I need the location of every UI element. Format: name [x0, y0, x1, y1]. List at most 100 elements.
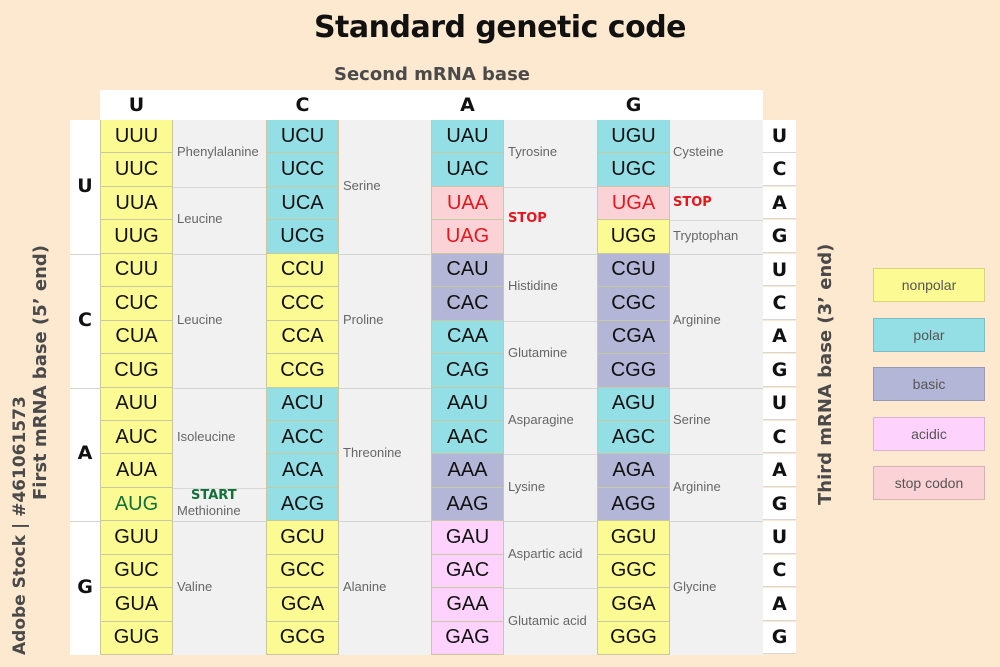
codon-cell-ggc[interactable]: GGC	[597, 554, 670, 589]
third-base-label-a: A	[763, 588, 796, 621]
codon-cell-uuu[interactable]: UUU	[100, 120, 173, 154]
amino-acid-label: Cysteine	[673, 144, 724, 160]
second-base-header-g: G	[625, 94, 642, 116]
first-base-label-u: U	[77, 174, 93, 197]
legend-item-nonpolar: nonpolar	[873, 268, 985, 302]
codon-cell-gga[interactable]: GGA	[597, 588, 670, 622]
codon-cell-gag[interactable]: GAG	[431, 621, 504, 655]
stop-label: STOP	[508, 211, 547, 227]
codon-cell-gcc[interactable]: GCC	[266, 554, 339, 589]
amino-acid-label: Serine	[343, 177, 381, 193]
codon-cell-cag[interactable]: CAG	[431, 354, 504, 388]
amino-acid-label: Leucine	[177, 311, 223, 327]
codon-cell-uuc[interactable]: UUC	[100, 153, 173, 187]
amino-acid-label: Arginine	[673, 311, 721, 327]
second-base-label: Second mRNA base	[334, 64, 531, 85]
codon-cell-agc[interactable]: AGC	[597, 420, 670, 455]
codon-cell-cgg[interactable]: CGG	[597, 354, 670, 388]
codon-cell-agu[interactable]: AGU	[597, 387, 670, 421]
third-base-label-c: C	[763, 287, 796, 320]
codon-cell-aua[interactable]: AUA	[100, 454, 173, 488]
third-base-label-c: C	[763, 554, 796, 588]
codon-cell-cau[interactable]: CAU	[431, 253, 504, 288]
amino-acid-label: Valine	[177, 579, 213, 595]
first-base-axis-label: First mRNA base (5’ end)	[30, 244, 51, 500]
third-base-label-a: A	[763, 186, 796, 220]
third-base-label-u: U	[763, 521, 796, 554]
third-base-label-g: G	[763, 621, 796, 655]
codon-cell-uau[interactable]: UAU	[431, 120, 504, 154]
amino-acid-label: Arginine	[673, 478, 721, 494]
codon-cell-cca[interactable]: CCA	[266, 320, 339, 355]
amino-acid-divider	[670, 186, 763, 188]
codon-cell-cgc[interactable]: CGC	[597, 287, 670, 321]
amino-acid-label: Glutamine	[508, 345, 568, 361]
codon-cell-uag[interactable]: UAG	[431, 220, 504, 254]
codon-cell-aga[interactable]: AGA	[597, 454, 670, 488]
codon-cell-aag[interactable]: AAG	[431, 487, 504, 522]
codon-cell-ucu[interactable]: UCU	[266, 120, 339, 154]
codon-cell-cgu[interactable]: CGU	[597, 253, 670, 288]
codon-cell-ggu[interactable]: GGU	[597, 521, 670, 555]
codon-cell-ugg[interactable]: UGG	[597, 220, 670, 254]
codon-cell-uac[interactable]: UAC	[431, 153, 504, 187]
codon-cell-gcu[interactable]: GCU	[266, 521, 339, 555]
third-base-label-u: U	[763, 253, 796, 287]
amino-acid-divider	[173, 186, 267, 188]
codon-cell-uga[interactable]: UGA	[597, 186, 670, 221]
codon-cell-gau[interactable]: GAU	[431, 521, 504, 555]
codon-cell-acg[interactable]: ACG	[266, 487, 339, 522]
codon-cell-gac[interactable]: GAC	[431, 554, 504, 589]
codon-cell-guu[interactable]: GUU	[100, 521, 173, 555]
codon-cell-aau[interactable]: AAU	[431, 387, 504, 421]
legend-item-acidic: acidic	[873, 416, 985, 451]
codon-cell-ccu[interactable]: CCU	[266, 253, 339, 288]
codon-cell-cuc[interactable]: CUC	[100, 287, 173, 321]
codon-cell-auc[interactable]: AUC	[100, 420, 173, 455]
codon-cell-uug[interactable]: UUG	[100, 220, 173, 254]
codon-cell-ugc[interactable]: UGC	[597, 153, 670, 187]
legend-item-polar: polar	[873, 317, 985, 352]
codon-cell-ccc[interactable]: CCC	[266, 287, 339, 321]
codon-cell-agg[interactable]: AGG	[597, 487, 670, 522]
legend-item-stop: stop codon	[873, 466, 985, 500]
codon-cell-ccg[interactable]: CCG	[266, 354, 339, 388]
amino-acid-label: Lysine	[508, 478, 546, 494]
codon-cell-gaa[interactable]: GAA	[431, 588, 504, 622]
codon-cell-ucc[interactable]: UCC	[266, 153, 339, 187]
codon-cell-gca[interactable]: GCA	[266, 588, 339, 622]
codon-cell-uua[interactable]: UUA	[100, 186, 173, 221]
amino-acid-label: Serine	[673, 411, 711, 427]
third-base-label-a: A	[763, 320, 796, 354]
codon-cell-acc[interactable]: ACC	[266, 420, 339, 455]
codon-cell-aug[interactable]: AUG	[100, 487, 173, 522]
codon-cell-aaa[interactable]: AAA	[431, 454, 504, 488]
codon-cell-cuu[interactable]: CUU	[100, 253, 173, 288]
codon-cell-gcg[interactable]: GCG	[266, 621, 339, 655]
codon-cell-cac[interactable]: CAC	[431, 287, 504, 321]
codon-cell-uca[interactable]: UCA	[266, 186, 339, 221]
codon-cell-gug[interactable]: GUG	[100, 621, 173, 655]
codon-cell-uaa[interactable]: UAA	[431, 186, 504, 221]
codon-cell-auu[interactable]: AUU	[100, 387, 173, 421]
codon-cell-gua[interactable]: GUA	[100, 588, 173, 622]
first-base-label-g: G	[77, 576, 93, 599]
codon-cell-cga[interactable]: CGA	[597, 320, 670, 355]
amino-acid-divider	[504, 454, 598, 456]
codon-cell-caa[interactable]: CAA	[431, 320, 504, 355]
codon-cell-cug[interactable]: CUG	[100, 354, 173, 388]
third-base-label-g: G	[763, 220, 796, 253]
codon-cell-acu[interactable]: ACU	[266, 387, 339, 421]
amino-acid-label: Glycine	[673, 579, 717, 595]
third-base-label-c: C	[763, 153, 796, 186]
codon-cell-aac[interactable]: AAC	[431, 420, 504, 455]
page-title: Standard genetic code	[313, 10, 687, 45]
codon-cell-ugu[interactable]: UGU	[597, 120, 670, 154]
codon-cell-ggg[interactable]: GGG	[597, 621, 670, 655]
codon-cell-cua[interactable]: CUA	[100, 320, 173, 355]
stop-label: STOP	[673, 194, 712, 210]
codon-cell-aca[interactable]: ACA	[266, 454, 339, 488]
codon-cell-ucg[interactable]: UCG	[266, 220, 339, 254]
codon-cell-guc[interactable]: GUC	[100, 554, 173, 589]
second-base-header-c: C	[295, 94, 310, 116]
